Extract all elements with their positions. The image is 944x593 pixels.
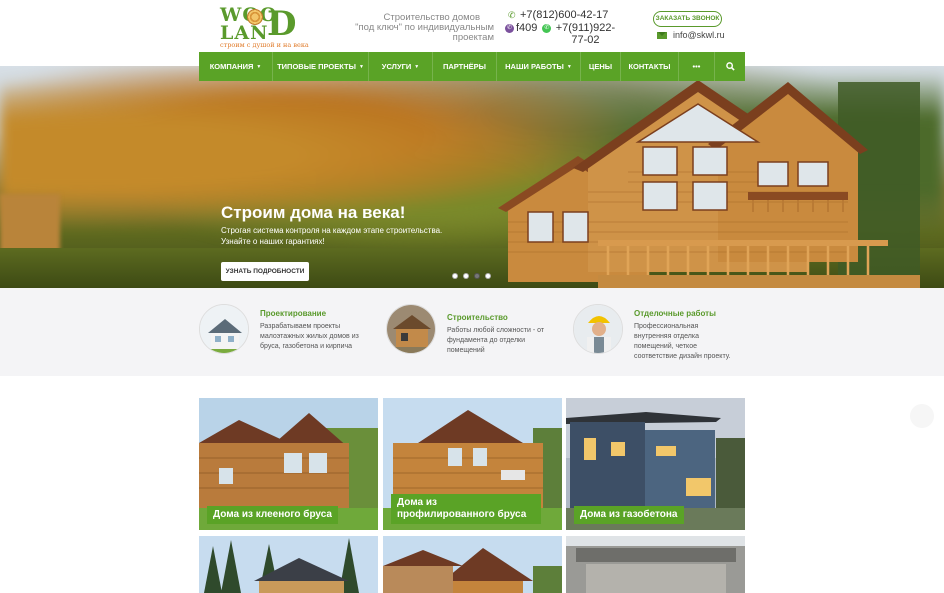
card-image [566, 536, 745, 593]
tagline-line2: "под ключ" по индивидуальным проектам [355, 22, 494, 43]
nav-item-prices[interactable]: ЦЕНЫ [581, 52, 621, 81]
nav-item-services[interactable]: УСЛУГИ ▼ [369, 52, 433, 81]
phone2-prefix[interactable]: f409 [516, 22, 537, 34]
card-glued-timber[interactable]: Дома из клееного бруса [199, 398, 378, 530]
nav-label: УСЛУГИ [381, 62, 412, 71]
hero-title: Строим дома на века! [221, 203, 406, 222]
feature-text: Профессиональная внутренняя отделка поме… [634, 323, 731, 360]
nav-label: ПАРТНЁРЫ [442, 62, 487, 71]
learn-more-button[interactable]: УЗНАТЬ ПОДРОБНОСТИ [221, 262, 309, 281]
nav-label: КОНТАКТЫ [628, 62, 671, 71]
phone2-number[interactable]: +7(911)922-77-02 [553, 22, 617, 46]
phone1-row[interactable]: ✆ +7(812)600-42-17 [505, 9, 630, 21]
card-image [383, 536, 562, 593]
nav-label: ••• [692, 62, 701, 71]
email-address[interactable]: info@skwl.ru [673, 30, 725, 40]
card-row2-3[interactable] [566, 536, 745, 593]
nav-item-contacts[interactable]: КОНТАКТЫ [621, 52, 679, 81]
phone-icon: ✆ [508, 9, 516, 20]
chevron-down-icon: ▼ [358, 63, 364, 70]
nav-search-button[interactable] [715, 52, 745, 81]
wood-ring-icon [247, 9, 263, 25]
feature-title: Проектирование [260, 309, 327, 318]
card-label: Дома из клееного бруса [207, 506, 338, 524]
card-label: Дома из газобетона [574, 506, 684, 524]
main-nav: КОМПАНИЯ ▼ ТИПОВЫЕ ПРОЕКТЫ ▼ УСЛУГИ ▼ ПАРТН… [199, 52, 745, 81]
page: WOO LAN D строим с душой и на века Строи… [0, 0, 944, 593]
slider-dot-active[interactable] [474, 273, 480, 279]
nav-item-more[interactable]: ••• [679, 52, 715, 81]
card-row2-1[interactable] [199, 536, 378, 593]
card-image [199, 536, 378, 593]
feature-design-image [199, 304, 249, 354]
card-aerated-concrete[interactable]: Дома из газобетона [566, 398, 745, 530]
scroll-up-button[interactable] [910, 404, 934, 428]
nav-item-partners[interactable]: ПАРТНЁРЫ [433, 52, 497, 81]
logo-letter-d: D [267, 4, 297, 44]
phone-block: ✆ +7(812)600-42-17 ✆ f409 ✆ +7(911)922-7… [505, 9, 630, 46]
card-row2-2[interactable] [383, 536, 562, 593]
phone2-row: ✆ f409 ✆ +7(911)922-77-02 [505, 22, 630, 46]
nav-label: ТИПОВЫЕ ПРОЕКТЫ [277, 62, 356, 71]
chevron-down-icon: ▼ [256, 63, 262, 70]
whatsapp-icon: ✆ [542, 24, 552, 33]
feature-construction-image [386, 304, 436, 354]
nav-item-projects[interactable]: ТИПОВЫЕ ПРОЕКТЫ ▼ [273, 52, 369, 81]
site-header: WOO LAN D строим с душой и на века Строи… [0, 0, 944, 52]
feature-title: Отделочные работы [634, 309, 716, 318]
chevron-down-icon: ▼ [414, 63, 420, 70]
nav-label: НАШИ РАБОТЫ [505, 62, 564, 71]
features-section: Проектирование Разрабатываем проекты мал… [0, 288, 944, 376]
feature-title: Строительство [447, 313, 508, 322]
chevron-down-icon: ▼ [566, 63, 572, 70]
hero-subtitle: Строгая система контроля на каждом этапе… [221, 225, 461, 247]
feature-text: Работы любой сложности - от фундамента д… [447, 327, 545, 354]
email-row[interactable]: info@skwl.ru [657, 30, 725, 40]
search-icon [725, 62, 735, 71]
mail-icon [657, 31, 667, 39]
slider-dot[interactable] [463, 273, 469, 279]
logo[interactable]: WOO LAN D строим с душой и на века [220, 4, 309, 50]
nav-item-company[interactable]: КОМПАНИЯ ▼ [199, 52, 273, 81]
slider-dot[interactable] [485, 273, 491, 279]
callback-button[interactable]: ЗАКАЗАТЬ ЗВОНОК [653, 11, 722, 27]
phone1-number[interactable]: +7(812)600-42-17 [520, 9, 608, 21]
nav-label: ЦЕНЫ [588, 62, 613, 71]
feature-text: Разрабатываем проекты малоэтажных жилых … [260, 323, 359, 350]
nav-label: КОМПАНИЯ [209, 62, 254, 71]
nav-item-works[interactable]: НАШИ РАБОТЫ ▼ [497, 52, 581, 81]
card-profiled-timber[interactable]: Дома из профилированного бруса [383, 398, 562, 530]
hero-slider: Строим дома на века! Строгая система кон… [0, 66, 944, 288]
slider-dot[interactable] [452, 273, 458, 279]
logo-slogan: строим с душой и на века [220, 41, 309, 49]
hero-house-image [498, 80, 920, 288]
card-label: Дома из профилированного бруса [391, 494, 541, 524]
feature-finishing-image [573, 304, 623, 354]
hero-subtitle-line2: Узнайте о наших гарантиях! [221, 237, 325, 246]
hero-subtitle-line1: Строгая система контроля на каждом этапе… [221, 226, 443, 235]
viber-icon: ✆ [505, 24, 514, 33]
slider-dots [452, 273, 491, 279]
header-tagline: Строительство домов "под ключ" по индиви… [318, 13, 494, 43]
